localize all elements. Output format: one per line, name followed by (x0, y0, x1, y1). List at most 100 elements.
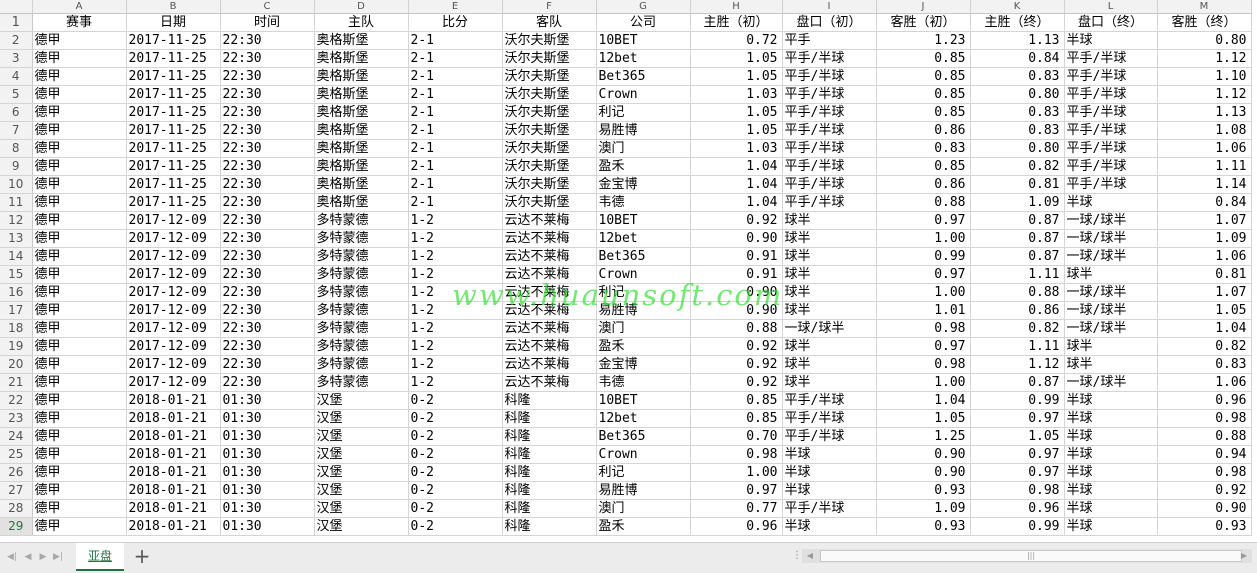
row-number[interactable]: 2 (0, 31, 33, 50)
cell[interactable]: 球半 (782, 283, 877, 302)
cell[interactable]: 云达不莱梅 (502, 319, 597, 338)
cell[interactable]: 0.97 (690, 481, 783, 500)
cell[interactable]: 科隆 (502, 427, 597, 446)
cell[interactable]: 2017-12-09 (126, 211, 221, 230)
cell[interactable]: 1.13 (970, 31, 1065, 50)
cell[interactable]: 0-2 (408, 499, 503, 518)
cell[interactable]: 0.99 (970, 391, 1065, 410)
cell[interactable]: 一球/球半 (1064, 283, 1158, 302)
cell[interactable]: 22:30 (220, 175, 315, 194)
cell[interactable]: 0.97 (970, 445, 1065, 464)
cell[interactable]: 球半 (782, 301, 877, 320)
cell[interactable]: 22:30 (220, 355, 315, 374)
cell[interactable]: 金宝博 (596, 355, 691, 374)
cell[interactable]: 德甲 (32, 355, 127, 374)
cell[interactable]: 2018-01-21 (126, 391, 221, 410)
cell[interactable]: 德甲 (32, 445, 127, 464)
cell[interactable]: 0.90 (876, 463, 971, 482)
column-header[interactable]: G (596, 0, 691, 14)
cell[interactable]: 0.91 (690, 265, 783, 284)
cell[interactable]: 平手/半球 (1064, 175, 1158, 194)
header-cell[interactable]: 日期 (126, 13, 221, 32)
cell[interactable]: 22:30 (220, 31, 315, 50)
cell[interactable]: 2018-01-21 (126, 481, 221, 500)
cell[interactable]: 科隆 (502, 463, 597, 482)
column-header[interactable]: I (782, 0, 877, 14)
cell[interactable]: 1.05 (1157, 301, 1252, 320)
cell[interactable]: 盈禾 (596, 517, 691, 536)
cell[interactable]: 0.93 (876, 481, 971, 500)
first-sheet-icon[interactable]: ◀| (6, 551, 18, 563)
cell[interactable]: 12bet (596, 49, 691, 68)
cell[interactable]: 半球 (1064, 427, 1158, 446)
cell[interactable]: 德甲 (32, 301, 127, 320)
cell[interactable]: 半球 (1064, 193, 1158, 212)
cell[interactable]: 1.04 (1157, 319, 1252, 338)
cell[interactable]: 0.92 (690, 337, 783, 356)
cell[interactable]: 0.85 (876, 85, 971, 104)
cell[interactable]: 1.00 (876, 229, 971, 248)
cell[interactable]: 球半 (782, 211, 877, 230)
cell[interactable]: 0.90 (690, 229, 783, 248)
cell[interactable]: 球半 (782, 355, 877, 374)
cell[interactable]: 2018-01-21 (126, 499, 221, 518)
row-number[interactable]: 23 (0, 409, 33, 428)
cell[interactable]: 沃尔夫斯堡 (502, 157, 597, 176)
cell[interactable]: 2017-12-09 (126, 319, 221, 338)
cell[interactable]: 汉堡 (314, 463, 409, 482)
cell[interactable]: 平手/半球 (782, 85, 877, 104)
cell[interactable]: 2017-11-25 (126, 67, 221, 86)
row-number[interactable]: 17 (0, 301, 33, 320)
row-number[interactable]: 12 (0, 211, 33, 230)
header-cell[interactable]: 客胜（初） (876, 13, 971, 32)
cell[interactable]: 0.88 (970, 283, 1065, 302)
cell[interactable]: 多特蒙德 (314, 301, 409, 320)
cell[interactable]: 1.14 (1157, 175, 1252, 194)
cell[interactable]: 0.93 (876, 517, 971, 536)
cell[interactable]: 0.80 (1157, 31, 1252, 50)
cell[interactable]: 0.85 (876, 157, 971, 176)
cell[interactable]: 汉堡 (314, 391, 409, 410)
cell[interactable]: 云达不莱梅 (502, 247, 597, 266)
cell[interactable]: 德甲 (32, 409, 127, 428)
cell[interactable]: 01:30 (220, 463, 315, 482)
cell[interactable]: 01:30 (220, 499, 315, 518)
cell[interactable]: 1.12 (1157, 49, 1252, 68)
cell[interactable]: 平手/半球 (1064, 157, 1158, 176)
cell[interactable]: 奥格斯堡 (314, 67, 409, 86)
cell[interactable]: 沃尔夫斯堡 (502, 67, 597, 86)
cell[interactable]: 0-2 (408, 409, 503, 428)
cell[interactable]: 2017-12-09 (126, 373, 221, 392)
row-number[interactable]: 22 (0, 391, 33, 410)
cell[interactable]: 0.85 (690, 391, 783, 410)
cell[interactable]: 2017-12-09 (126, 283, 221, 302)
header-cell[interactable]: 客胜（终） (1157, 13, 1252, 32)
cell[interactable]: 0.82 (1157, 337, 1252, 356)
cell[interactable]: 0.86 (876, 121, 971, 140)
cell[interactable]: 奥格斯堡 (314, 157, 409, 176)
cell[interactable]: 多特蒙德 (314, 373, 409, 392)
cell[interactable]: 澳门 (596, 139, 691, 158)
cell[interactable]: 1.23 (876, 31, 971, 50)
cell[interactable]: 科隆 (502, 391, 597, 410)
cell[interactable]: 0-2 (408, 391, 503, 410)
cell[interactable]: 1-2 (408, 229, 503, 248)
cell[interactable]: 0-2 (408, 517, 503, 536)
cell[interactable]: 0.87 (970, 247, 1065, 266)
prev-sheet-icon[interactable]: ◀ (22, 551, 34, 563)
cell[interactable]: 2017-11-25 (126, 49, 221, 68)
cell[interactable]: 汉堡 (314, 481, 409, 500)
cell[interactable]: 1.11 (1157, 157, 1252, 176)
cell[interactable]: 澳门 (596, 499, 691, 518)
cell[interactable]: 0.80 (970, 139, 1065, 158)
cell[interactable]: 一球/球半 (1064, 229, 1158, 248)
cell[interactable]: 德甲 (32, 283, 127, 302)
cell[interactable]: 利记 (596, 463, 691, 482)
cell[interactable]: 1.05 (690, 67, 783, 86)
cell[interactable]: 德甲 (32, 247, 127, 266)
cell[interactable]: 2017-11-25 (126, 175, 221, 194)
cell[interactable]: 2017-12-09 (126, 229, 221, 248)
scroll-left-icon[interactable]: ◀ (804, 550, 816, 562)
cell[interactable]: 一球/球半 (1064, 301, 1158, 320)
column-header[interactable]: B (126, 0, 221, 14)
